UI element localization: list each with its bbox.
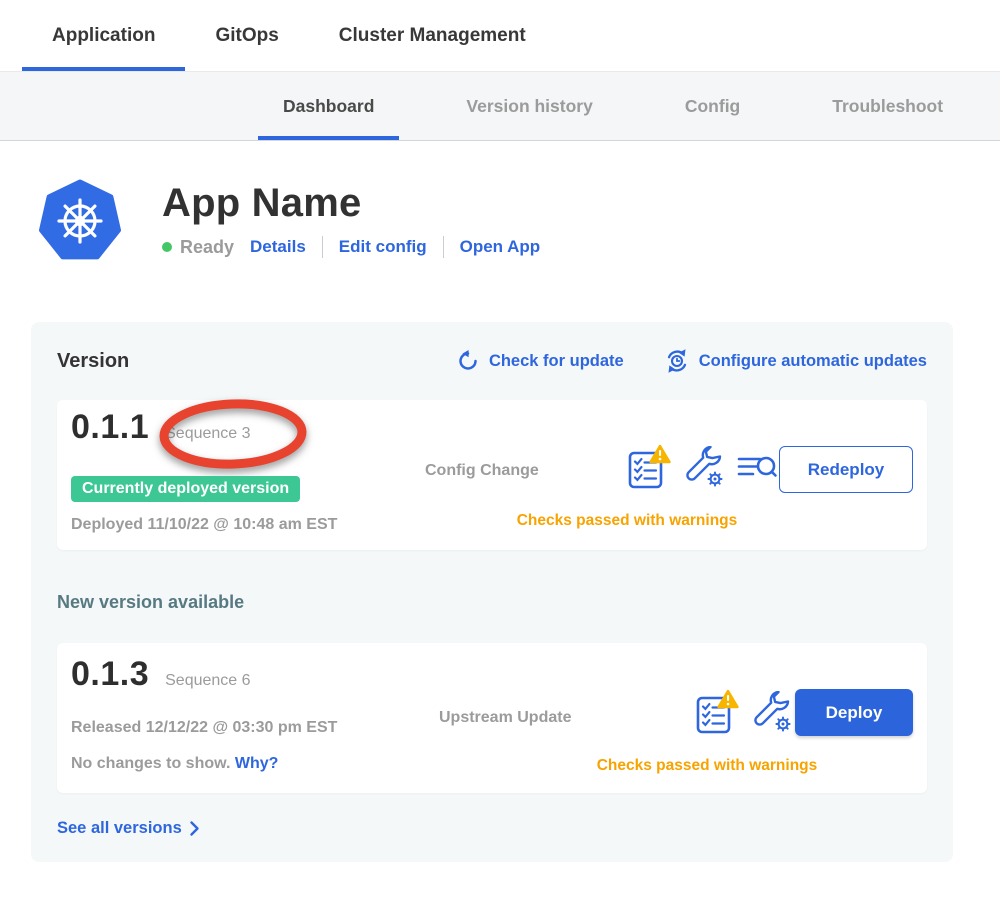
tab-label: Version history — [466, 96, 592, 117]
version-panel-header: Version Check for update — [57, 346, 927, 376]
check-for-update-button[interactable]: Check for update — [456, 349, 624, 373]
no-changes-line: No changes to show. Why? — [71, 755, 278, 773]
version-source-type: Upstream Update — [439, 709, 571, 727]
deploy-button[interactable]: Deploy — [795, 689, 913, 736]
divider — [322, 236, 323, 258]
checks-status-text: Checks passed with warnings — [507, 757, 907, 775]
available-version-number: 0.1.3 — [71, 655, 149, 694]
current-version-line: 0.1.1 Sequence 3 — [71, 408, 251, 447]
top-nav-label: GitOps — [215, 25, 278, 47]
deployed-timestamp: Deployed 11/10/22 @ 10:48 am EST — [71, 516, 337, 534]
app-header: App Name Ready Details Edit config Open … — [38, 179, 1000, 263]
refresh-icon — [456, 349, 480, 373]
configure-automatic-updates-label: Configure automatic updates — [699, 352, 927, 371]
tab-dashboard[interactable]: Dashboard — [258, 72, 399, 140]
see-all-versions-label: See all versions — [57, 819, 182, 838]
see-all-versions-link[interactable]: See all versions — [57, 819, 927, 838]
view-diff-icon[interactable] — [737, 450, 779, 484]
top-nav-label: Application — [52, 25, 155, 47]
check-for-update-label: Check for update — [489, 352, 624, 371]
current-version-card: 0.1.1 Sequence 3 Currently deployed vers… — [57, 400, 927, 550]
edit-config-wrench-icon[interactable] — [684, 446, 724, 488]
preflight-checks-icon[interactable] — [627, 444, 671, 490]
status-text: Ready — [180, 237, 234, 258]
released-timestamp: Released 12/12/22 @ 03:30 pm EST — [71, 719, 337, 737]
chevron-right-icon — [189, 820, 200, 837]
page: Application GitOps Cluster Management Da… — [0, 0, 1000, 898]
details-link[interactable]: Details — [250, 237, 306, 257]
current-version-icons — [627, 444, 779, 490]
top-nav-item-cluster-management[interactable]: Cluster Management — [309, 0, 556, 71]
preflight-checks-icon[interactable] — [695, 689, 739, 735]
current-version-sequence: Sequence 3 — [165, 425, 250, 443]
top-nav: Application GitOps Cluster Management — [0, 0, 1000, 72]
app-header-text: App Name Ready Details Edit config Open … — [162, 179, 540, 263]
tab-label: Dashboard — [283, 96, 374, 117]
no-changes-text: No changes to show. — [71, 755, 230, 772]
top-nav-label: Cluster Management — [339, 25, 526, 47]
new-version-heading: New version available — [57, 592, 927, 613]
tab-config[interactable]: Config — [660, 72, 765, 140]
version-source-type: Config Change — [425, 462, 539, 480]
divider — [443, 236, 444, 258]
status-dot-icon — [162, 242, 172, 252]
why-link[interactable]: Why? — [235, 755, 279, 772]
redeploy-button[interactable]: Redeploy — [779, 446, 913, 493]
available-version-sequence: Sequence 6 — [165, 672, 250, 690]
app-name-title: App Name — [162, 181, 540, 226]
tab-troubleshoot[interactable]: Troubleshoot — [807, 72, 968, 140]
checks-status-text: Checks passed with warnings — [427, 512, 827, 530]
top-nav-item-application[interactable]: Application — [22, 0, 185, 71]
open-app-link[interactable]: Open App — [460, 237, 541, 257]
app-status: Ready — [162, 237, 234, 258]
version-panel-title: Version — [57, 350, 129, 373]
top-nav-item-gitops[interactable]: GitOps — [185, 0, 308, 71]
clock-refresh-icon — [664, 348, 690, 374]
current-version-number: 0.1.1 — [71, 408, 149, 447]
available-version-icons — [695, 689, 792, 735]
tab-label: Config — [685, 96, 740, 117]
kubernetes-logo-icon — [38, 179, 122, 263]
app-sub-nav: Dashboard Version history Config Trouble… — [0, 72, 1000, 141]
edit-config-wrench-icon[interactable] — [752, 691, 792, 733]
tab-label: Troubleshoot — [832, 96, 943, 117]
edit-config-link[interactable]: Edit config — [339, 237, 427, 257]
configure-automatic-updates-button[interactable]: Configure automatic updates — [664, 348, 927, 374]
version-panel: Version Check for update — [31, 322, 953, 862]
available-version-card: 0.1.3 Sequence 6 Released 12/12/22 @ 03:… — [57, 643, 927, 793]
currently-deployed-badge: Currently deployed version — [71, 476, 300, 502]
app-status-row: Ready Details Edit config Open App — [162, 236, 540, 258]
version-panel-actions: Check for update Configure automat — [456, 348, 927, 374]
available-version-line: 0.1.3 Sequence 6 — [71, 655, 251, 694]
tab-version-history[interactable]: Version history — [441, 72, 617, 140]
